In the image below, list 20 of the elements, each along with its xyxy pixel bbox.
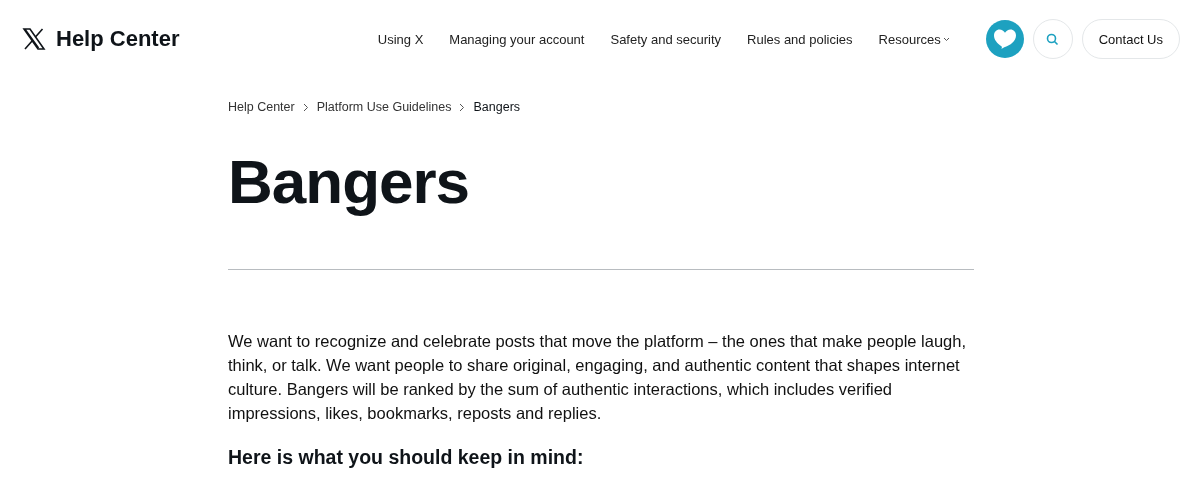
search-button[interactable] — [1032, 19, 1073, 59]
page-title: Bangers — [228, 146, 471, 218]
heart-icon — [992, 28, 1017, 50]
contact-button[interactable]: Contact Us — [1081, 19, 1180, 59]
nav-link[interactable]: Rules and policies — [747, 31, 853, 47]
section-heading: Here is what you should keep in mind: — [228, 446, 585, 469]
chevron-icon — [302, 102, 309, 112]
chevron-icon — [459, 102, 466, 112]
body-paragraph: We want to recognize and celebrate posts that move the platform – the ones that make people laugh, think, or talk. We want people to share original, engaging, and authentic content that shapes internet culture. Bangers will be ranked by the sum of authentic interactions, which includes verified impressions, likes, bookmarks, reposts and replies. — [228, 331, 968, 424]
nav-link[interactable]: Using X — [377, 31, 424, 47]
nav-link[interactable]: Managing your account — [449, 31, 585, 47]
heart-button[interactable] — [985, 20, 1024, 58]
search-icon — [1046, 32, 1060, 46]
nav-link[interactable]: Safety and security — [610, 31, 722, 47]
breadcrumb-link[interactable]: Platform Use Guidelines — [316, 100, 452, 114]
breadcrumb-link[interactable]: Bangers — [473, 100, 521, 114]
site-title[interactable]: Help Center — [56, 26, 180, 52]
x-logo-icon[interactable] — [22, 27, 46, 51]
breadcrumb-link[interactable]: Help Center — [228, 100, 295, 114]
nav-link[interactable]: Resources — [878, 31, 950, 47]
